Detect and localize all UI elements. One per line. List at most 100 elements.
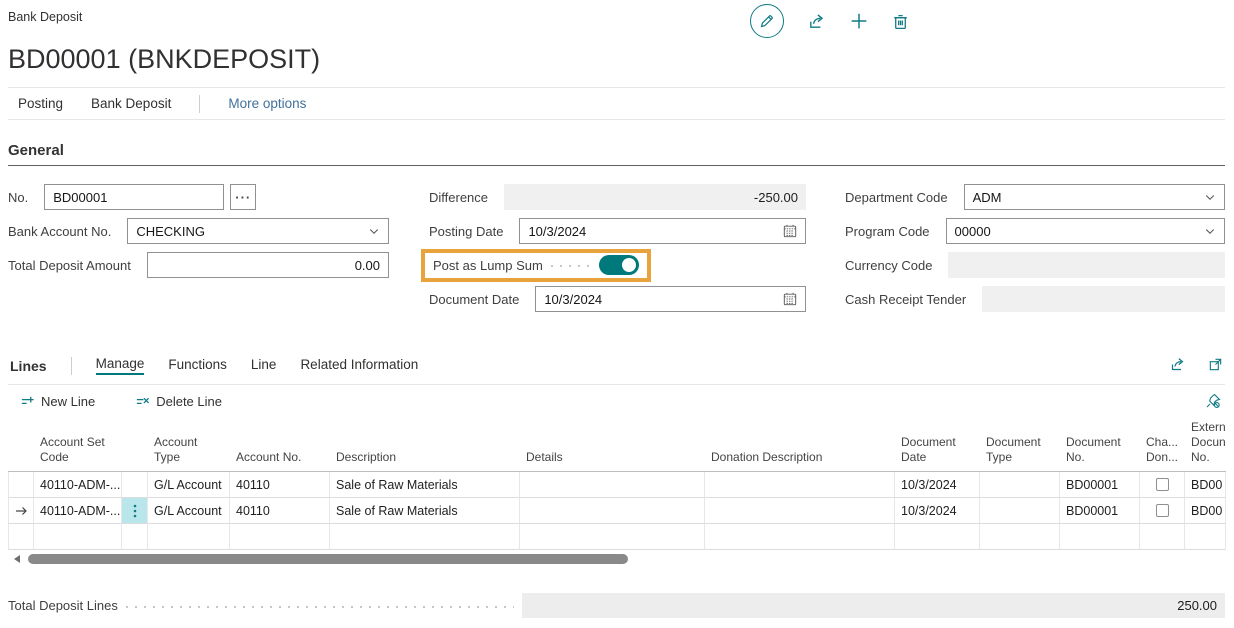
menu-bank-deposit[interactable]: Bank Deposit	[91, 96, 171, 111]
cell-donation-description[interactable]	[705, 524, 895, 550]
unpin-pane-button[interactable]	[1205, 393, 1221, 409]
field-no: No. BD00001 ···	[8, 180, 389, 214]
total-deposit-amount-input[interactable]: 0.00	[147, 252, 389, 278]
document-date-input[interactable]: 10/3/2024	[535, 286, 806, 312]
cell-document-date[interactable]: 10/3/2024	[895, 472, 980, 498]
checkbox-unchecked[interactable]	[1156, 504, 1169, 517]
department-code-label: Department Code	[845, 190, 948, 205]
lines-expand-button[interactable]	[1208, 356, 1223, 372]
cell-document-no[interactable]	[1060, 524, 1140, 550]
cell-account-no[interactable]: 40110	[230, 498, 330, 524]
post-as-lump-sum-toggle[interactable]	[599, 255, 639, 275]
tab-related-information[interactable]: Related Information	[300, 357, 418, 374]
bank-account-no-select[interactable]: CHECKING	[127, 218, 389, 244]
general-column-2: Difference -250.00 Posting Date 10/3/202…	[429, 180, 806, 316]
scroll-left-arrow[interactable]	[14, 555, 20, 563]
cell-details[interactable]	[520, 498, 705, 524]
dotted-leader	[126, 606, 514, 608]
header-details[interactable]: Details	[520, 422, 705, 472]
cell-document-date[interactable]: 10/3/2024	[895, 498, 980, 524]
lines-share-button[interactable]	[1170, 356, 1186, 372]
cell-details[interactable]	[520, 524, 705, 550]
cell-row-options-active[interactable]	[122, 498, 148, 524]
cell-account-no[interactable]	[230, 524, 330, 550]
new-line-button[interactable]: New Line	[20, 394, 95, 409]
program-code-label: Program Code	[845, 224, 930, 239]
currency-code-value	[948, 252, 1225, 278]
row-selector-cell-selected[interactable]	[8, 498, 34, 524]
cell-document-date[interactable]	[895, 524, 980, 550]
cell-account-type[interactable]: G/L Account	[148, 498, 230, 524]
cell-description[interactable]: Sale of Raw Materials	[330, 472, 520, 498]
header-donation-description[interactable]: Donation Description	[705, 422, 895, 472]
department-code-select[interactable]: ADM	[964, 184, 1225, 210]
header-document-no[interactable]: Document No.	[1060, 422, 1140, 472]
cell-external-document-no[interactable]	[1185, 524, 1226, 550]
field-currency-code: Currency Code	[845, 248, 1225, 282]
header-document-type[interactable]: Document Type	[980, 422, 1060, 472]
no-assist-edit-button[interactable]: ···	[230, 184, 256, 210]
edit-button[interactable]	[750, 4, 784, 38]
cell-document-type[interactable]	[980, 498, 1060, 524]
lines-header-icons	[1170, 356, 1223, 372]
currency-code-label: Currency Code	[845, 258, 932, 273]
posting-date-input[interactable]: 10/3/2024	[519, 218, 806, 244]
row-selector-cell[interactable]	[8, 472, 34, 498]
cell-details[interactable]	[520, 472, 705, 498]
scrollbar-thumb[interactable]	[28, 554, 628, 564]
tab-functions[interactable]: Functions	[168, 357, 227, 374]
header-row-selector	[8, 422, 34, 472]
cell-document-type[interactable]	[980, 524, 1060, 550]
share-icon	[1170, 356, 1186, 372]
menu-more-options[interactable]: More options	[228, 96, 306, 111]
document-date-label: Document Date	[429, 292, 519, 307]
cell-description[interactable]	[330, 524, 520, 550]
cell-account-set-code[interactable]: 40110-ADM-...	[34, 472, 122, 498]
calendar-icon	[783, 292, 797, 306]
posting-date-value: 10/3/2024	[528, 224, 586, 239]
cell-account-no[interactable]: 40110	[230, 472, 330, 498]
header-account-type[interactable]: Account Type	[148, 422, 230, 472]
cell-account-type[interactable]	[148, 524, 230, 550]
delete-line-button[interactable]: Delete Line	[135, 394, 222, 409]
header-description[interactable]: Description	[330, 422, 520, 472]
cell-external-document-no[interactable]: BD00	[1185, 472, 1226, 498]
program-code-value: 00000	[955, 224, 991, 239]
menu-posting[interactable]: Posting	[18, 96, 63, 111]
cell-donation-description[interactable]	[705, 498, 895, 524]
header-account-set-code[interactable]: Account Set Code	[34, 422, 122, 472]
lines-caption[interactable]: Lines	[10, 358, 47, 374]
total-deposit-lines-value: 250.00	[522, 593, 1225, 618]
cell-external-document-no[interactable]: BD00	[1185, 498, 1226, 524]
tab-manage[interactable]: Manage	[96, 356, 145, 375]
document-date-value: 10/3/2024	[544, 292, 602, 307]
row-selector-cell[interactable]	[8, 524, 34, 550]
cell-document-no[interactable]: BD00001	[1060, 498, 1140, 524]
cell-account-set-code[interactable]: 40110-ADM-...	[34, 498, 122, 524]
cell-row-options[interactable]	[122, 472, 148, 498]
breadcrumb[interactable]: Bank Deposit	[8, 10, 1225, 24]
cell-document-no[interactable]: BD00001	[1060, 472, 1140, 498]
header-document-date[interactable]: Document Date	[895, 422, 980, 472]
cell-account-set-code[interactable]	[34, 524, 122, 550]
tab-line[interactable]: Line	[251, 357, 277, 374]
general-section-heading[interactable]: General	[8, 142, 1225, 166]
post-as-lump-sum-highlight: Post as Lump Sum	[421, 249, 651, 282]
header-account-no[interactable]: Account No.	[230, 422, 330, 472]
checkbox-unchecked[interactable]	[1156, 478, 1169, 491]
no-input[interactable]: BD00001	[44, 184, 224, 210]
new-button[interactable]	[850, 12, 868, 30]
delete-button[interactable]	[892, 13, 909, 30]
header-external-document-no[interactable]: Extern Docun No.	[1185, 422, 1226, 472]
header-charity-donation[interactable]: Cha... Don...	[1140, 422, 1185, 472]
cash-receipt-tender-value	[982, 286, 1225, 312]
program-code-select[interactable]: 00000	[946, 218, 1225, 244]
cell-account-type[interactable]: G/L Account	[148, 472, 230, 498]
chevron-down-icon	[368, 225, 380, 237]
delete-line-label: Delete Line	[156, 394, 222, 409]
share-button[interactable]	[808, 12, 826, 30]
cell-donation-description[interactable]	[705, 472, 895, 498]
cell-description[interactable]: Sale of Raw Materials	[330, 498, 520, 524]
cell-document-type[interactable]	[980, 472, 1060, 498]
cell-row-options[interactable]	[122, 524, 148, 550]
